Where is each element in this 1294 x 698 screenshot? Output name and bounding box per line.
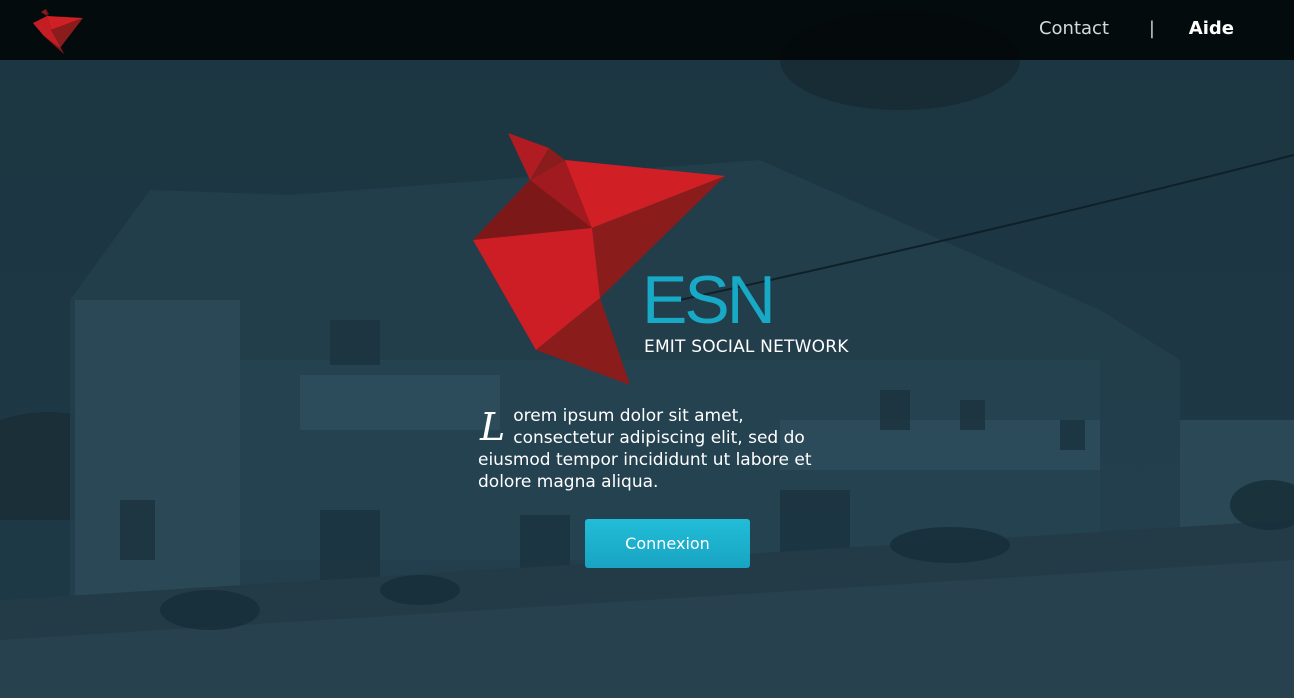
- drop-cap: L: [480, 405, 506, 449]
- brand-name: ESN: [642, 262, 776, 338]
- nav-separator: |: [1148, 18, 1155, 39]
- nav-link-help[interactable]: Aide: [1189, 18, 1234, 39]
- intro-paragraph: Lorem ipsum dolor sit amet, consectetur …: [478, 405, 848, 493]
- intro-text: orem ipsum dolor sit amet, consectetur a…: [478, 406, 812, 492]
- brand-tagline: EMIT SOCIAL NETWORK: [644, 337, 849, 357]
- top-navigation-bar: Contact | Aide: [0, 0, 1294, 60]
- nav-link-contact[interactable]: Contact: [1039, 18, 1109, 39]
- origami-bird-logo-icon[interactable]: [32, 4, 84, 56]
- login-button[interactable]: Connexion: [585, 519, 750, 568]
